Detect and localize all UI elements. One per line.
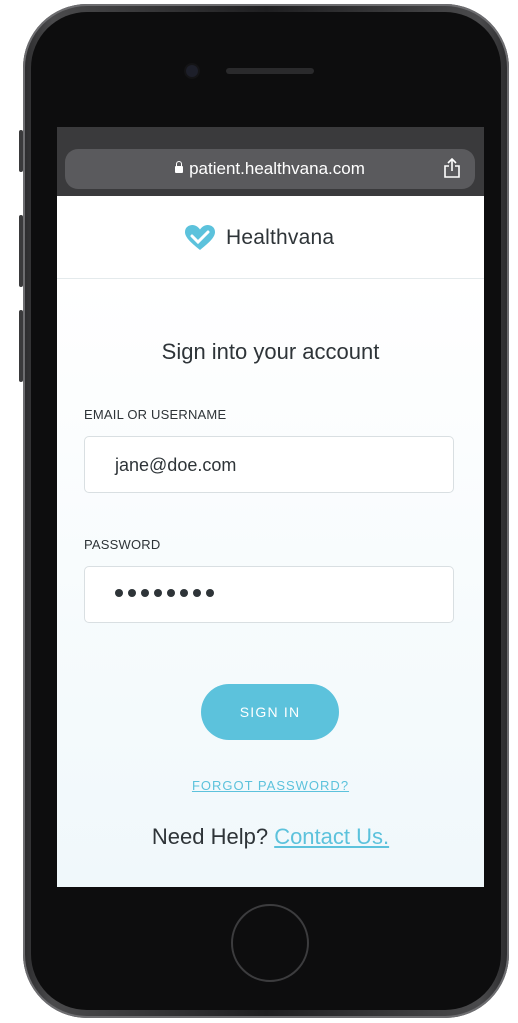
home-button[interactable] bbox=[231, 904, 309, 982]
signin-panel: Sign into your account EMAIL OR USERNAME… bbox=[57, 279, 484, 887]
password-dot bbox=[180, 589, 188, 597]
front-camera bbox=[186, 65, 198, 77]
password-label: PASSWORD bbox=[84, 537, 161, 552]
url-text: patient.healthvana.com bbox=[189, 159, 365, 178]
address-bar[interactable]: patient.healthvana.com bbox=[65, 149, 475, 189]
password-dot bbox=[167, 589, 175, 597]
email-field[interactable]: jane@doe.com bbox=[84, 436, 454, 493]
volume-down-button bbox=[19, 310, 23, 382]
brand-logo[interactable]: Healthvana bbox=[184, 223, 334, 253]
browser-chrome: patient.healthvana.com bbox=[57, 127, 484, 196]
password-dot bbox=[115, 589, 123, 597]
heart-logo-icon bbox=[185, 225, 215, 250]
help-text: Need Help? Contact Us. bbox=[57, 824, 484, 850]
forgot-password-link[interactable]: FORGOT PASSWORD? bbox=[57, 778, 484, 793]
earpiece-speaker bbox=[226, 68, 314, 74]
email-label: EMAIL OR USERNAME bbox=[84, 407, 227, 422]
volume-up-button bbox=[19, 215, 23, 287]
page-title: Sign into your account bbox=[161, 339, 380, 364]
password-dot bbox=[154, 589, 162, 597]
help-prefix: Need Help? bbox=[151, 824, 269, 849]
password-dot bbox=[206, 589, 214, 597]
mute-switch bbox=[19, 130, 23, 172]
contact-us-link[interactable]: Contact Us. bbox=[274, 824, 389, 849]
password-field[interactable] bbox=[84, 566, 454, 623]
lock-icon bbox=[175, 161, 184, 173]
password-dot bbox=[193, 589, 201, 597]
password-dot bbox=[141, 589, 149, 597]
url-display[interactable]: patient.healthvana.com bbox=[65, 159, 475, 179]
share-icon[interactable] bbox=[443, 158, 461, 178]
password-mask bbox=[115, 589, 214, 597]
email-value: jane@doe.com bbox=[115, 455, 237, 475]
sign-in-button[interactable]: SIGN IN bbox=[201, 684, 339, 740]
brand-name: Healthvana bbox=[226, 226, 335, 249]
phone-screen: patient.healthvana.com Healthvana Sign i… bbox=[57, 127, 484, 887]
site-header: Healthvana bbox=[57, 196, 484, 279]
password-dot bbox=[128, 589, 136, 597]
